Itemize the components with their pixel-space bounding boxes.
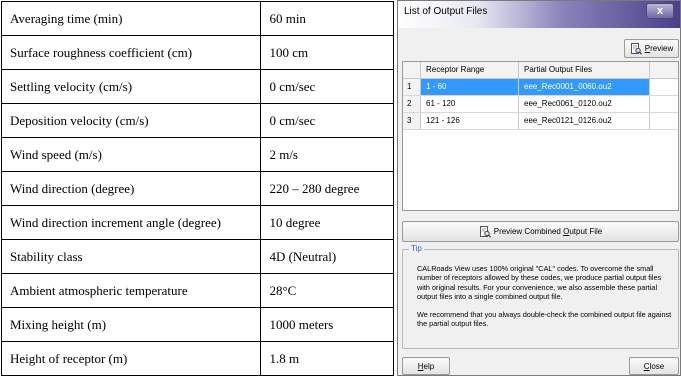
parameter-row: Stability class 4D (Neutral) — [0, 239, 394, 274]
tip-group: Tip CALRoads View uses 100% original "CA… — [402, 244, 679, 349]
close-button[interactable]: Close — [629, 357, 679, 375]
parameter-name: Mixing height (m) — [0, 307, 262, 342]
preview-combined-output-button[interactable]: Preview Combined Output File — [402, 221, 679, 242]
parameter-name: Wind direction (degree) — [0, 171, 262, 206]
parameter-name: Settling velocity (cm/s) — [0, 69, 262, 104]
parameter-name: Deposition velocity (cm/s) — [0, 103, 262, 138]
preview-button[interactable]: Preview — [624, 39, 679, 58]
parameter-name: Stability class — [0, 239, 262, 274]
output-files-dialog: List of Output Files x Preview Receptor … — [397, 0, 681, 376]
parameter-row: Wind direction increment angle (degree) 1… — [0, 205, 394, 240]
receptor-range-cell: 61 - 120 — [421, 96, 519, 112]
column-header-receptor-range[interactable]: Receptor Range — [421, 62, 519, 78]
parameter-row: Ambient atmospheric temperature 28°C — [0, 273, 394, 308]
row-number-cell: 3 — [403, 113, 421, 129]
parameter-value: 60 min — [260, 1, 394, 36]
parameter-row: Surface roughness coefficient (cm) 100 cm — [0, 35, 394, 70]
grid-corner-cell — [403, 62, 421, 78]
parameter-value: 2 m/s — [260, 137, 394, 172]
parameter-value: 28°C — [260, 273, 394, 308]
receptor-output-grid[interactable]: Receptor Range Partial Output Files 11 -… — [402, 61, 679, 211]
grid-row[interactable]: 11 - 60 eee_Rec0001_0060.ou2 — [403, 79, 678, 96]
preview-button-label: Preview — [644, 44, 674, 53]
receptor-range-cell: 1 - 60 — [421, 79, 519, 95]
parameter-name: Surface roughness coefficient (cm) — [0, 35, 262, 70]
receptor-range-cell: 121 - 126 — [421, 113, 519, 129]
parameter-table: Averaging time (min) 60 min Surface roughn… — [0, 1, 394, 376]
parameter-name: Averaging time (min) — [0, 1, 262, 36]
parameter-name: Wind speed (m/s) — [0, 137, 262, 172]
parameter-row: Deposition velocity (cm/s) 0 cm/sec — [0, 103, 394, 138]
parameter-name: Height of receptor (m) — [0, 341, 262, 376]
grid-row[interactable]: 3 121 - 126 eee_Rec0121_0126.ou2 — [403, 113, 678, 130]
tip-paragraph-1: CALRoads View uses 100% original "CAL" c… — [417, 264, 662, 302]
parameter-value: 0 cm/sec — [260, 69, 394, 104]
parameter-value: 4D (Neutral) — [260, 239, 394, 274]
parameter-row: Settling velocity (cm/s) 0 cm/sec — [0, 69, 394, 104]
dialog-title: List of Output Files — [404, 6, 488, 17]
grid-header-row: Receptor Range Partial Output Files — [403, 62, 678, 79]
tip-label: Tip — [409, 244, 424, 253]
parameter-name: Ambient atmospheric temperature — [0, 273, 262, 308]
dialog-titlebar[interactable]: List of Output Files x — [398, 1, 680, 28]
preview-combined-output-label: Preview Combined Output File — [493, 227, 603, 236]
row-number-cell: 1 — [403, 79, 421, 95]
parameter-row: Wind direction (degree) 220 – 280 degree — [0, 171, 394, 206]
close-button-label: Close — [643, 361, 665, 371]
tip-text: CALRoads View uses 100% original "CAL" c… — [417, 264, 673, 336]
tip-paragraph-2: We recommend that you always double-chec… — [417, 309, 672, 329]
column-header-partial-output-files[interactable]: Partial Output Files — [519, 62, 650, 78]
help-button[interactable]: Help — [402, 357, 450, 375]
parameter-value: 1.8 m — [260, 341, 394, 376]
parameter-value: 10 degree — [260, 205, 394, 240]
row-number-cell: 2 — [403, 96, 421, 112]
partial-output-file-cell: eee_Rec0001_0060.ou2 — [519, 79, 650, 95]
parameter-value: 1000 meters — [260, 307, 394, 342]
help-button-label: Help — [417, 361, 435, 371]
parameter-value: 220 – 280 degree — [260, 171, 394, 206]
partial-output-file-cell: eee_Rec0121_0126.ou2 — [519, 113, 650, 129]
parameter-row: Wind speed (m/s) 2 m/s — [0, 137, 394, 172]
parameter-row: Mixing height (m) 1000 meters — [0, 307, 394, 342]
parameter-value: 0 cm/sec — [260, 103, 394, 138]
parameter-name: Wind direction increment angle (degree) — [0, 205, 262, 240]
parameter-row: Height of receptor (m) 1.8 m — [0, 341, 394, 376]
parameter-row: Averaging time (min) 60 min — [0, 1, 394, 36]
window-close-button[interactable]: x — [646, 3, 674, 19]
partial-output-file-cell: eee_Rec0061_0120.ou2 — [519, 96, 650, 112]
parameter-value: 100 cm — [260, 35, 394, 70]
parameter-table-body: Averaging time (min) 60 min Surface roughn… — [0, 1, 394, 376]
document-preview-icon — [630, 42, 642, 55]
document-preview-icon — [479, 225, 491, 238]
grid-row[interactable]: 2 61 - 120 eee_Rec0061_0120.ou2 — [403, 96, 678, 113]
